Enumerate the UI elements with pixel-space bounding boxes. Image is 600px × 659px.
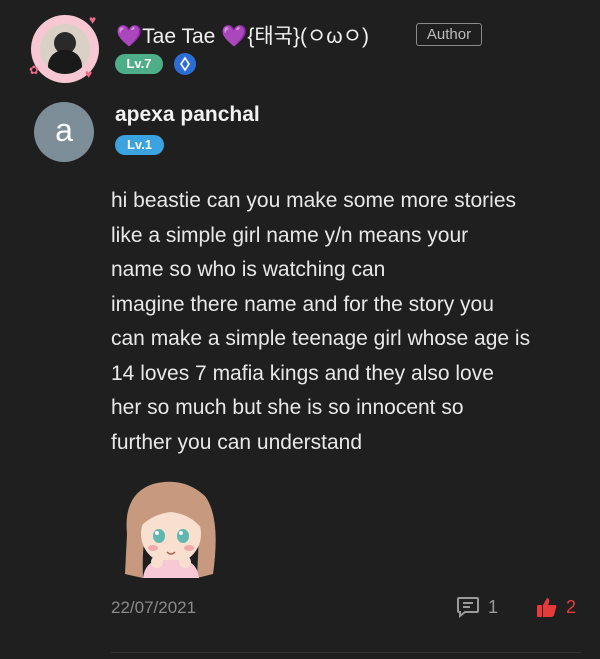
commenter-username[interactable]: apexa panchal	[115, 103, 260, 127]
comment-line: imagine there name and for the story you	[111, 292, 494, 316]
frame-flower-icon: ✿	[29, 63, 40, 77]
comment-line: 14 loves 7 mafia kings and they also lov…	[111, 361, 494, 385]
purple-heart-icon: 💜	[116, 25, 143, 48]
author-name-text: Tae Tae	[142, 25, 216, 48]
anime-girl-sticker	[113, 474, 225, 584]
comment-body: hi beastie can you make some more storie…	[111, 184, 591, 460]
author-photo	[40, 24, 90, 74]
author-role-badge: Author	[416, 23, 482, 46]
comment-icon	[457, 597, 479, 618]
comment-date: 22/07/2021	[111, 598, 197, 617]
comment-line: further you can understand	[111, 430, 362, 454]
divider	[111, 652, 581, 653]
commenter-level-badge: Lv.1	[115, 135, 164, 155]
like-button[interactable]: 2	[536, 596, 576, 618]
reply-count: 1	[488, 596, 499, 617]
anime-girl-sticker-svg	[125, 481, 216, 578]
comment-line: her so much but she is so innocent so	[111, 396, 464, 419]
ring-badge-icon	[174, 53, 196, 75]
reply-button[interactable]: 1	[456, 596, 498, 618]
author-name[interactable]: 💜Tae Tae 💜{태국}(ㅇωㅇ)	[116, 20, 369, 50]
comment-line: hi beastie can you make some more storie…	[111, 189, 517, 212]
comment-line: can make a simple teenage girl whose age…	[111, 327, 531, 350]
ring-badge-icon-svg	[175, 54, 195, 74]
author-avatar[interactable]: ✿ ♥ ♥	[29, 13, 99, 83]
author-level-badge: Lv.7	[115, 54, 163, 74]
frame-heart-icon: ♥	[89, 13, 97, 27]
author-photo-body	[48, 50, 82, 74]
author-name-tail: {태국}(ㅇωㅇ)	[247, 25, 370, 48]
purple-heart-icon: 💜	[221, 25, 248, 48]
comment-line: like a simple girl name y/n means your	[111, 223, 469, 247]
author-header: ✿ ♥ ♥ 💜Tae Tae 💜{태국}(ㅇωㅇ) Author Lv.7	[0, 0, 600, 90]
like-count: 2	[566, 596, 577, 617]
comment-line: name so who is watching can	[111, 258, 386, 281]
thumbs-up-icon	[537, 598, 557, 617]
frame-heart-icon: ♥	[85, 67, 93, 81]
commenter-avatar[interactable]: a	[34, 102, 94, 162]
